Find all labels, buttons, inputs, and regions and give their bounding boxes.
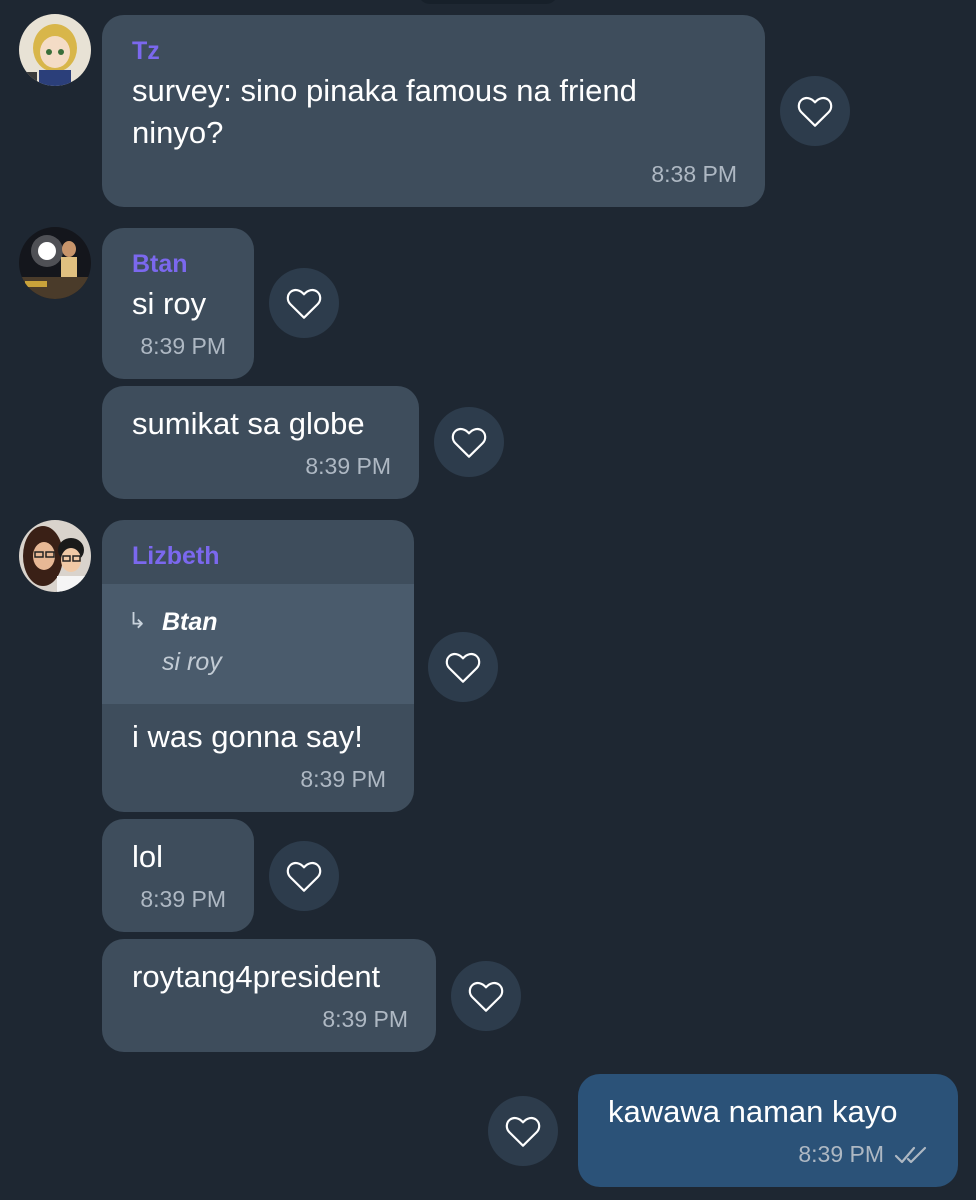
message-bubble[interactable]: sumikat sa globe 8:39 PM: [102, 386, 419, 499]
message-bubble[interactable]: Tz survey: sino pinaka famous na friend …: [102, 15, 765, 207]
message-text: ninyo?: [132, 115, 224, 150]
like-button[interactable]: [451, 961, 521, 1031]
like-button[interactable]: [488, 1096, 558, 1166]
message-bubble[interactable]: roytang4president 8:39 PM: [102, 939, 436, 1052]
date-pill: [418, 0, 558, 4]
outgoing-message-bubble[interactable]: kawawa naman kayo 8:39 PM: [578, 1074, 958, 1187]
message-text: roytang4president: [132, 959, 381, 994]
sender-name[interactable]: Btan: [132, 250, 188, 279]
message-bubble[interactable]: Btan si roy 8:39 PM: [102, 228, 254, 379]
message-time: 8:39 PM: [305, 453, 391, 479]
like-button[interactable]: [269, 841, 339, 911]
like-button[interactable]: [780, 76, 850, 146]
message-time: 8:39 PM: [300, 766, 386, 792]
heart-outline-icon: [286, 861, 322, 892]
message-time: 8:38 PM: [651, 161, 737, 187]
heart-outline-icon: [797, 96, 833, 127]
message-text: kawawa naman kayo: [608, 1094, 898, 1129]
message-text: sumikat sa globe: [132, 406, 365, 441]
like-button[interactable]: [434, 407, 504, 477]
message-time: 8:39 PM: [140, 333, 226, 359]
sender-name[interactable]: Lizbeth: [132, 542, 220, 571]
avatar-btan[interactable]: [19, 227, 91, 299]
chat-view: Tz survey: sino pinaka famous na friend …: [0, 0, 976, 1200]
heart-outline-icon: [451, 427, 487, 458]
message-bubble[interactable]: Lizbeth ↳ Btan si roy i was gonna say! 8…: [102, 520, 414, 812]
avatar-tz[interactable]: [19, 14, 91, 86]
double-check-icon: [894, 1146, 927, 1164]
message-text: lol: [132, 839, 164, 874]
message-text: si roy: [132, 286, 207, 321]
heart-outline-icon: [286, 288, 322, 319]
message-text: survey: sino pinaka famous na friend: [132, 73, 637, 108]
message-text: i was gonna say!: [132, 719, 363, 754]
like-button[interactable]: [269, 268, 339, 338]
reply-text: si roy: [162, 648, 222, 676]
message-time: 8:39 PM: [322, 1006, 408, 1032]
avatar-lizbeth[interactable]: [19, 520, 91, 592]
heart-outline-icon: [468, 981, 504, 1012]
message-bubble[interactable]: lol 8:39 PM: [102, 819, 254, 932]
reply-arrow-icon: ↳: [128, 608, 147, 633]
heart-outline-icon: [505, 1116, 541, 1147]
reply-sender: Btan: [162, 608, 218, 636]
message-time: 8:39 PM: [798, 1141, 884, 1167]
reply-preview[interactable]: ↳ Btan si roy: [102, 584, 414, 704]
sender-name[interactable]: Tz: [132, 37, 160, 66]
heart-outline-icon: [445, 652, 481, 683]
message-time: 8:39 PM: [140, 886, 226, 912]
like-button[interactable]: [428, 632, 498, 702]
